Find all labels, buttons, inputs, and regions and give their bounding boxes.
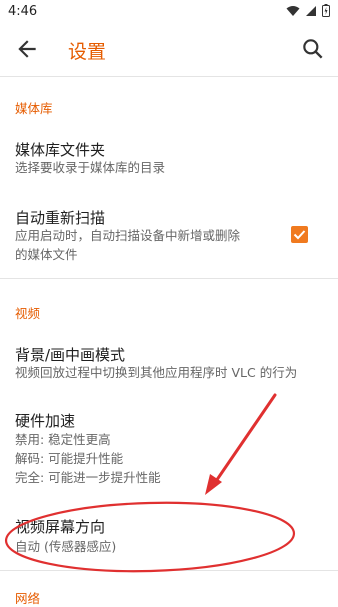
annotation-arrow — [205, 393, 277, 495]
back-arrow-icon[interactable] — [14, 36, 40, 62]
status-bar: 4:46 — [0, 0, 338, 24]
annotation-overlay — [4, 393, 296, 573]
pref-title: 自动重新扫描 — [15, 209, 106, 227]
pref-summary: 选择要收录于媒体库的目录 — [15, 160, 166, 175]
check-icon — [293, 230, 306, 240]
pref-summary: 完全: 可能进一步提升性能 — [15, 470, 161, 485]
pref-title: 背景/画中画模式 — [15, 346, 126, 364]
pref-summary: 应用启动时，自动扫描设备中新增或删除 — [15, 228, 241, 243]
page-title: 设置 — [68, 41, 107, 63]
section-header-library: 媒体库 — [15, 101, 53, 116]
app-bar: 设置 — [0, 24, 338, 77]
pref-summary: 的媒体文件 — [15, 247, 78, 262]
divider — [0, 570, 338, 571]
pref-summary: 自动 (传感器感应) — [15, 539, 117, 554]
wifi-icon — [286, 5, 300, 16]
section-header-video: 视频 — [15, 306, 41, 321]
search-icon[interactable] — [300, 36, 326, 62]
pref-summary: 禁用: 稳定性更高 — [15, 432, 111, 447]
pref-title: 硬件加速 — [15, 412, 76, 430]
pref-title: 视频屏幕方向 — [15, 518, 106, 536]
section-header-network: 网络 — [15, 591, 41, 606]
status-time: 4:46 — [8, 4, 38, 19]
pref-title: 媒体库文件夹 — [15, 141, 106, 159]
pref-summary: 视频回放过程中切换到其他应用程序时 VLC 的行为 — [15, 365, 298, 380]
auto-rescan-checkbox[interactable] — [291, 226, 308, 243]
status-icons — [286, 4, 330, 17]
signal-icon — [306, 5, 316, 16]
battery-icon — [322, 4, 330, 17]
pref-summary: 解码: 可能提升性能 — [15, 451, 124, 466]
divider — [0, 278, 338, 279]
